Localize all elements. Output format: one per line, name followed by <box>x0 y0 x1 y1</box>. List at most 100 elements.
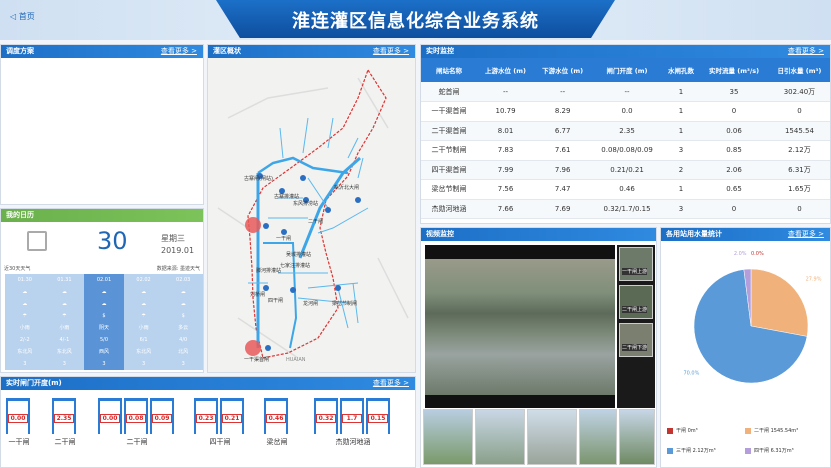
table-cell: 0.0 <box>591 101 663 122</box>
video-thumb[interactable]: 二干闸下游 <box>619 323 653 357</box>
weather-day[interactable]: 02.03 ☁ ☁ $ 多云 4/0 北风 3 <box>163 274 203 370</box>
umbrella-icon: ☂ <box>141 313 146 319</box>
table-row[interactable]: 二干渠首闸 8.01 6.77 2.35 1 0.06 1545.54 <box>421 121 830 141</box>
table-cell: 一干渠首闸 <box>421 101 477 122</box>
realtime-table: 闸站名称 上游水位 (m) 下游水位 (m) 闸门开度 (m) 水闸孔数 实时流… <box>421 58 830 219</box>
stats-header: 各用站用水量统计 查看更多 > <box>661 228 830 241</box>
gate-name: 二干闸 <box>126 438 148 446</box>
photo-thumb[interactable] <box>619 409 655 465</box>
realtime-title: 实时监控 <box>426 47 454 55</box>
table-cell: 0.21/0.21 <box>591 160 663 180</box>
realtime-more-link[interactable]: 查看更多 > <box>788 45 824 58</box>
table-cell: 8.01 <box>477 121 535 141</box>
table-cell: 梁岔节制闸 <box>421 179 477 200</box>
table-cell: 7.69 <box>534 199 592 219</box>
table-row[interactable]: 杰勋河地涵 7.66 7.69 0.32/1.7/0.15 3 0 0 <box>421 199 830 219</box>
svg-text:古寨排灌站: 古寨排灌站 <box>274 193 299 200</box>
gates-header: 实时闸门开度(m) 查看更多 > <box>1 377 415 390</box>
table-row[interactable]: 一干渠首闸 10.79 8.29 0.0 1 0 0 <box>421 101 830 122</box>
strike-icon: $ <box>181 313 185 319</box>
svg-text:HUAIAN: HUAIAN <box>286 357 306 363</box>
home-link[interactable]: ◁ 首页 <box>10 11 35 22</box>
weather-wind: 东北风 <box>17 349 33 355</box>
video-thumb[interactable]: 一干闸上游 <box>619 247 653 281</box>
weather-day-selected[interactable]: 02.01 ☁ ☁ $ 阴天 5/0 西风 3 <box>84 274 124 370</box>
back-icon: ◁ <box>10 12 19 21</box>
table-cell: 1 <box>662 121 700 141</box>
video-frame <box>425 259 615 395</box>
weather-day[interactable]: 01.30 ☁ ☁ ☂ 小雨 2/-2 东北风 3 <box>5 274 45 370</box>
map-more-link[interactable]: 查看更多 > <box>373 45 409 58</box>
legend-swatch <box>667 427 673 434</box>
svg-text:刘桥闸: 刘桥闸 <box>250 291 265 298</box>
svg-text:二干闸: 二干闸 <box>308 218 323 225</box>
photo-thumb[interactable] <box>475 409 525 465</box>
weather-day[interactable]: 02.02 ☁ ☁ ☂ 小雨 6/1 东北风 3 <box>124 274 164 370</box>
irrigation-map[interactable]: 古寨闸(闸站) 古寨排灌站 东风排涝站 一干闸 新沂北大闸 二干闸 吴城排灌站 … <box>208 58 416 373</box>
gate-name: 杰勋河地涵 <box>335 438 371 446</box>
table-row[interactable]: 二干节制闸 7.83 7.61 0.08/0.08/0.09 3 0.85 2.12万 <box>421 140 830 161</box>
table-cell: 7.83 <box>477 140 535 161</box>
table-cell: 7.47 <box>534 179 592 200</box>
column-header: 下游水位 (m) <box>534 58 592 82</box>
weather-date: 02.02 <box>136 277 151 283</box>
svg-text:七家汪排灌站: 七家汪排灌站 <box>280 262 310 269</box>
gate-opening-value: 0.00 <box>100 414 120 423</box>
plan-more-link[interactable]: 查看更多 > <box>161 45 197 58</box>
pie-label: 2.0% <box>734 251 747 257</box>
photo-thumb[interactable] <box>423 409 473 465</box>
gate-opening-value: 0.09 <box>152 414 172 423</box>
video-title: 视频监控 <box>426 230 454 238</box>
gates-more-link[interactable]: 查看更多 > <box>373 377 409 390</box>
legend-swatch <box>667 447 673 454</box>
pie-chart[interactable]: 0.0% 27.9% 70.0% 2.0% <box>661 246 831 406</box>
gate-opening-value: 0.08 <box>126 414 146 423</box>
photo-thumb[interactable] <box>579 409 617 465</box>
table-cell: 7.61 <box>534 140 592 161</box>
table-cell: 3 <box>662 199 700 219</box>
table-cell: 1 <box>662 82 700 102</box>
svg-text:吴城排灌站: 吴城排灌站 <box>286 251 311 258</box>
video-thumb-label: 一干闸上游 <box>622 268 648 275</box>
umbrella-icon: ☂ <box>62 313 67 319</box>
calendar-title: 我的日历 <box>6 211 34 219</box>
gate-name: 一干闸 <box>8 438 30 446</box>
table-row[interactable]: 蛇首闸 -- -- -- 1 35 302.40万 <box>421 82 830 102</box>
table-cell: 10.79 <box>477 101 535 122</box>
weather-level: 3 <box>102 361 106 367</box>
gate-opening-value: 0.32 <box>316 414 336 423</box>
plan-title: 调度方案 <box>6 47 34 55</box>
table-cell: 0.06 <box>699 121 769 141</box>
table-cell: -- <box>477 82 535 102</box>
weather-day[interactable]: 01.31 ☁ ☁ ☂ 小雨 4/-1 东北风 3 <box>45 274 85 370</box>
map-header: 灌区概状 查看更多 > <box>208 45 415 58</box>
table-cell: 302.40万 <box>768 82 830 102</box>
weather-desc: 小雨 <box>19 325 30 331</box>
pie-slice[interactable] <box>750 268 809 337</box>
calendar-month: 2019.01 <box>161 246 195 255</box>
table-cell: 2.06 <box>699 160 769 180</box>
video-player[interactable] <box>425 245 615 408</box>
gate-opening-value: 0.46 <box>266 414 286 423</box>
gates-title: 实时闸门开度(m) <box>6 379 62 387</box>
table-cell: 二干节制闸 <box>421 140 477 161</box>
cloud-icon: ☁ <box>22 289 28 295</box>
table-cell: 0 <box>768 199 830 219</box>
weather-wind: 东北风 <box>136 349 152 355</box>
table-row[interactable]: 梁岔节制闸 7.56 7.47 0.46 1 0.65 1.65万 <box>421 179 830 200</box>
gate-opening-value: 0.23 <box>196 414 216 423</box>
stats-more-link[interactable]: 查看更多 > <box>788 228 824 241</box>
video-thumb[interactable]: 二干闸上游 <box>619 285 653 319</box>
video-header: 视频监控 <box>421 228 656 241</box>
cloud-icon: ☁ <box>61 289 67 295</box>
column-header: 闸站名称 <box>421 58 477 82</box>
photo-thumb[interactable] <box>527 409 577 465</box>
table-row[interactable]: 四干渠首闸 7.99 7.96 0.21/0.21 2 2.06 6.31万 <box>421 160 830 180</box>
realtime-header: 实时监控 查看更多 > <box>421 45 830 58</box>
table-cell: 6.31万 <box>768 160 830 180</box>
map-panel: 灌区概状 查看更多 > 古寨闸(闸站) 古寨排灌站 东风排涝站 一干闸 新沂北大闸… <box>207 44 416 373</box>
weather-level: 3 <box>142 361 146 367</box>
realtime-panel: 实时监控 查看更多 > 闸站名称 上游水位 (m) 下游水位 (m) 闸门开度 (… <box>420 44 831 224</box>
gate-opening-value: 2.35 <box>54 414 74 423</box>
svg-text:一干闸: 一干闸 <box>276 235 291 242</box>
